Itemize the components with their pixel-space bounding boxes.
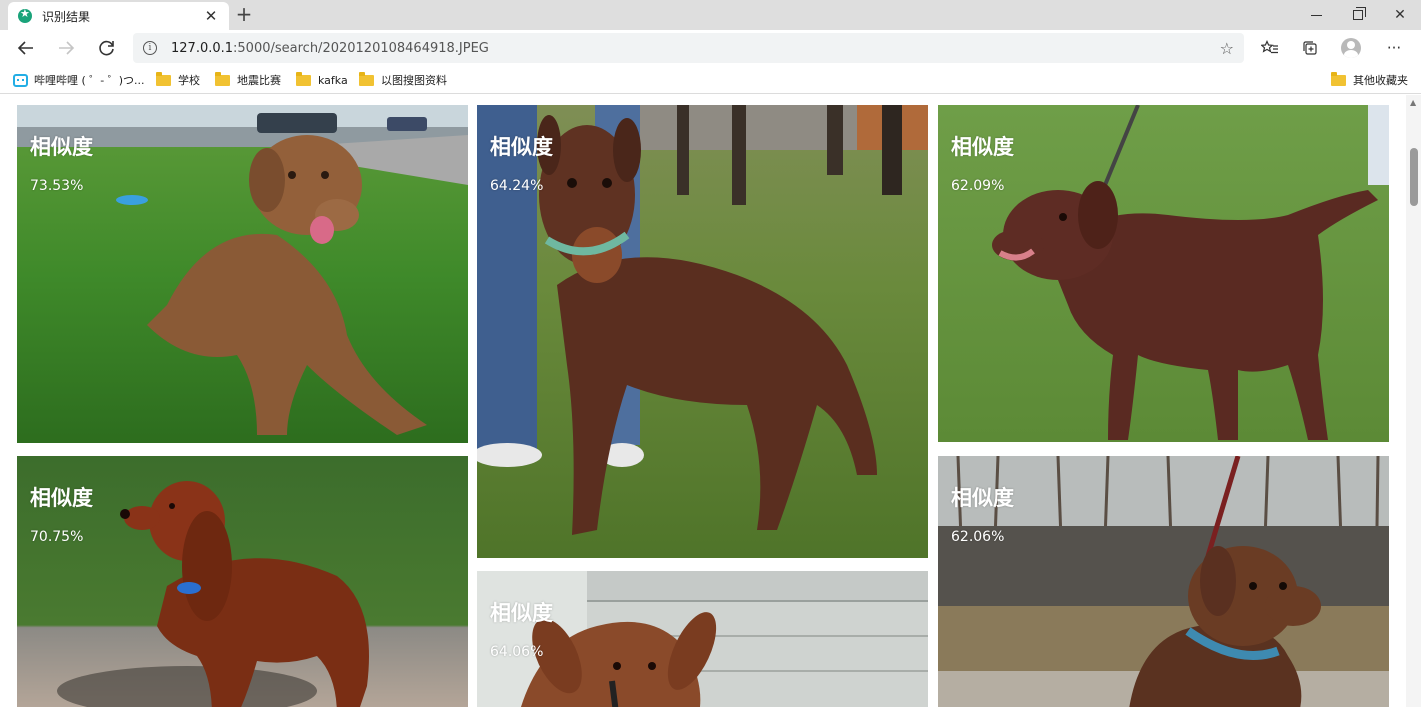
page-scrollbar[interactable]: ▲ [1406,95,1421,707]
folder-icon [215,71,230,86]
star-favicon-icon [18,7,32,23]
url-text[interactable]: 127.0.0.1:5000/search/2020120108464918.J… [171,41,1220,56]
bookmark-label: 以图搜图资料 [381,74,447,87]
similarity-label: 相似度 [30,486,93,510]
similarity-label: 相似度 [951,135,1014,159]
reload-button[interactable] [94,36,120,60]
close-icon: ✕ [1394,7,1406,23]
reload-icon [99,40,114,56]
bookmark-folder-kafka[interactable]: kafka [296,70,348,90]
result-card[interactable]: 相似度 62.06% [938,456,1389,707]
tab-title: 识别结果 [42,9,91,24]
similarity-score: 70.75% [30,529,84,545]
other-bookmarks-folder[interactable]: 其他收藏夹 [1331,70,1408,90]
site-info-icon[interactable]: i [143,41,157,55]
similarity-label: 相似度 [951,486,1014,510]
more-button[interactable]: ··· [1381,35,1407,61]
browser-tab[interactable]: 识别结果 ✕ [8,2,229,30]
bookmark-label: 其他收藏夹 [1353,74,1408,87]
bookmark-bilibili[interactable]: 哔哩哔哩 ( ゜- ゜)つ... [13,70,145,90]
close-window-button[interactable]: ✕ [1379,0,1421,30]
add-favorite-star-icon[interactable]: ☆ [1220,39,1234,58]
similarity-score: 62.06% [951,529,1005,545]
similarity-label: 相似度 [490,601,553,625]
tab-close-icon[interactable]: ✕ [203,7,219,25]
result-card[interactable]: 相似度 70.75% [17,456,468,707]
similarity-score: 64.24% [490,178,544,194]
restore-button[interactable] [1337,0,1379,30]
navigation-bar: i 127.0.0.1:5000/search/2020120108464918… [0,30,1421,66]
dog-photo [477,571,928,707]
collections-button[interactable] [1297,35,1323,61]
address-bar[interactable]: i 127.0.0.1:5000/search/2020120108464918… [133,33,1244,63]
result-card[interactable]: 相似度 73.53% [17,105,468,443]
bookmarks-bar: 哔哩哔哩 ( ゜- ゜)つ... 学校 地震比赛 kafka 以图搜图资料 其他… [0,66,1421,94]
folder-icon [359,71,374,86]
scrollbar-thumb[interactable] [1410,148,1418,206]
bookmark-label: 地震比赛 [237,74,281,87]
bookmark-folder-earthquake[interactable]: 地震比赛 [215,70,281,90]
result-card[interactable]: 相似度 64.06% [477,571,928,707]
new-tab-icon[interactable]: + [233,3,255,25]
collections-icon [1303,41,1317,55]
restore-icon [1353,7,1366,20]
dog-photo [477,105,928,558]
minimize-button[interactable] [1295,0,1337,30]
back-arrow-icon [17,41,33,55]
bookmark-label: kafka [318,73,348,87]
result-card[interactable]: 相似度 64.24% [477,105,928,558]
avatar-icon [1341,38,1361,58]
similarity-score: 64.06% [490,644,544,660]
bookmark-label: 学校 [178,74,200,87]
results-grid: 相似度 73.53% 相似度 64.24% 相似度 62.09% 相似度 70.… [0,95,1406,707]
bookmark-folder-image-search[interactable]: 以图搜图资料 [359,70,447,90]
similarity-label: 相似度 [30,135,93,159]
forward-arrow-icon [59,41,75,55]
favorites-button[interactable] [1257,35,1283,61]
similarity-score: 62.09% [951,178,1005,194]
bookmark-folder-school[interactable]: 学校 [156,70,200,90]
forward-button[interactable] [53,36,79,60]
tab-strip: 识别结果 ✕ + ✕ [0,0,1421,30]
bookmark-label: 哔哩哔哩 ( ゜- ゜)つ... [34,74,145,87]
scroll-up-arrow-icon[interactable]: ▲ [1410,98,1416,107]
minimize-icon [1310,14,1322,16]
back-button[interactable] [13,36,39,60]
folder-icon [296,71,311,86]
result-card[interactable]: 相似度 62.09% [938,105,1389,442]
profile-button[interactable] [1338,35,1364,61]
favorites-list-icon [1261,40,1278,54]
similarity-score: 73.53% [30,178,84,194]
more-dots-icon: ··· [1386,39,1402,57]
folder-icon [1331,71,1346,86]
folder-icon [156,71,171,86]
bilibili-icon [13,73,28,87]
similarity-label: 相似度 [490,135,553,159]
